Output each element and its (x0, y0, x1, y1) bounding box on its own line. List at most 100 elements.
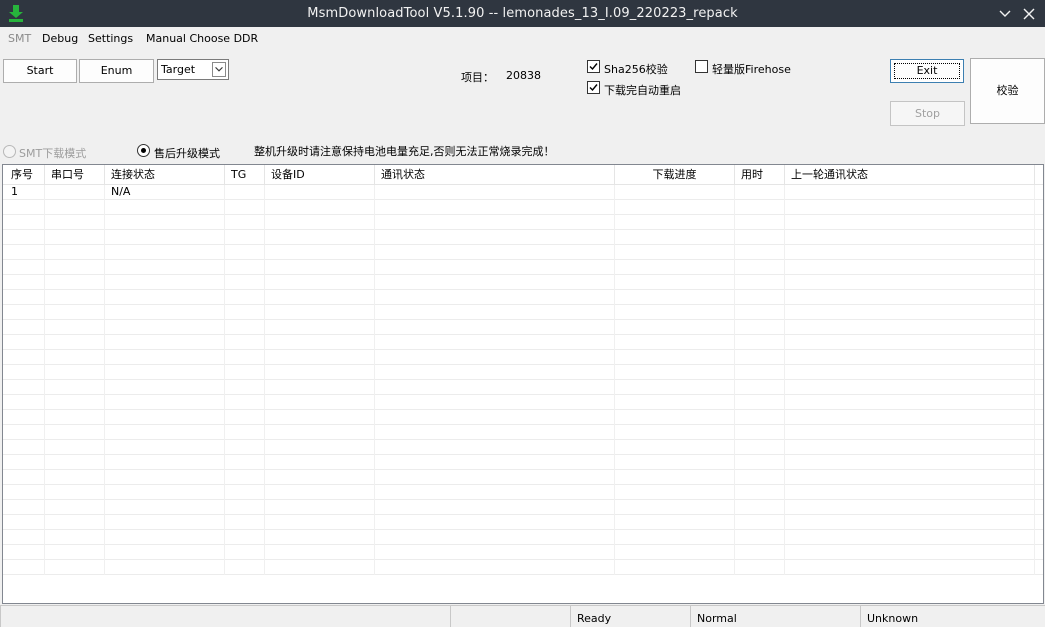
column-header-elapsed[interactable]: 用时 (735, 165, 785, 185)
table-row[interactable] (3, 290, 1043, 305)
table-cell (105, 365, 225, 380)
table-row[interactable] (3, 410, 1043, 425)
table-cell (265, 545, 375, 560)
table-row[interactable] (3, 350, 1043, 365)
aftersale-mode-radio[interactable] (137, 144, 150, 157)
table-cell (375, 560, 615, 575)
table-cell (45, 185, 105, 200)
menu-smt[interactable]: SMT (8, 32, 31, 45)
table-cell (45, 245, 105, 260)
table-row[interactable] (3, 530, 1043, 545)
table-cell (615, 395, 735, 410)
table-cell (735, 245, 785, 260)
auto-reboot-checkbox[interactable] (587, 81, 600, 94)
table-cell (785, 470, 1035, 485)
table-cell (225, 275, 265, 290)
table-row[interactable] (3, 200, 1043, 215)
table-cell (265, 290, 375, 305)
column-header-last-status[interactable]: 上一轮通讯状态 (785, 165, 1035, 185)
table-cell (45, 500, 105, 515)
table-row[interactable] (3, 470, 1043, 485)
table-cell (615, 305, 735, 320)
table-row[interactable] (3, 545, 1043, 560)
table-cell (105, 245, 225, 260)
table-row[interactable]: 1 N/A (3, 185, 1043, 200)
table-cell (225, 365, 265, 380)
table-row[interactable] (3, 440, 1043, 455)
table-cell (3, 215, 45, 230)
chevron-down-icon[interactable] (997, 6, 1013, 22)
column-header-connection[interactable]: 连接状态 (105, 165, 225, 185)
start-button[interactable]: Start (3, 59, 77, 83)
table-row[interactable] (3, 560, 1043, 575)
table-cell (3, 245, 45, 260)
table-cell (265, 320, 375, 335)
table-cell (735, 515, 785, 530)
table-cell (3, 380, 45, 395)
table-cell (785, 320, 1035, 335)
table-cell (45, 215, 105, 230)
table-cell (45, 200, 105, 215)
table-cell (3, 560, 45, 575)
table-cell (225, 560, 265, 575)
sha256-checkbox[interactable] (587, 60, 600, 73)
table-cell (735, 275, 785, 290)
column-header-comm-status[interactable]: 通讯状态 (375, 165, 615, 185)
close-icon[interactable] (1021, 6, 1037, 22)
table-row[interactable] (3, 455, 1043, 470)
table-cell (265, 455, 375, 470)
column-header-tg[interactable]: TG (225, 165, 265, 185)
table-row[interactable] (3, 500, 1043, 515)
table-cell (3, 440, 45, 455)
table-cell (785, 365, 1035, 380)
table-cell (45, 560, 105, 575)
table-row[interactable] (3, 320, 1043, 335)
table-cell (375, 425, 615, 440)
table-cell (45, 395, 105, 410)
table-cell (615, 515, 735, 530)
device-table[interactable]: 序号 串口号 连接状态 TG 设备ID 通讯状态 下载进度 用时 上一轮通讯状态… (2, 164, 1044, 604)
column-header-device-id[interactable]: 设备ID (265, 165, 375, 185)
table-cell (3, 320, 45, 335)
table-cell (785, 185, 1035, 200)
enum-button[interactable]: Enum (79, 59, 154, 83)
menu-settings[interactable]: Settings (88, 32, 133, 45)
column-header-progress[interactable]: 下载进度 (615, 165, 735, 185)
verify-button[interactable]: 校验 (970, 58, 1045, 124)
table-cell (225, 500, 265, 515)
table-cell (45, 260, 105, 275)
table-cell (45, 455, 105, 470)
table-cell (45, 350, 105, 365)
table-row[interactable] (3, 260, 1043, 275)
menu-manual-choose-ddr[interactable]: Manual Choose DDR (146, 32, 258, 45)
menu-debug[interactable]: Debug (42, 32, 78, 45)
table-row[interactable] (3, 215, 1043, 230)
table-row[interactable] (3, 335, 1043, 350)
table-row[interactable] (3, 275, 1043, 290)
table-row[interactable] (3, 380, 1043, 395)
table-cell (615, 200, 735, 215)
lite-firehose-checkbox[interactable] (695, 60, 708, 73)
table-cell (105, 515, 225, 530)
table-cell (615, 245, 735, 260)
smt-mode-radio[interactable] (3, 145, 16, 158)
table-cell (615, 335, 735, 350)
table-row[interactable] (3, 245, 1043, 260)
table-cell (375, 245, 615, 260)
table-cell (265, 425, 375, 440)
column-header-port[interactable]: 串口号 (45, 165, 105, 185)
table-cell (265, 350, 375, 365)
column-header-index[interactable]: 序号 (3, 165, 45, 185)
exit-button[interactable]: Exit (890, 59, 964, 83)
table-row[interactable] (3, 515, 1043, 530)
table-row[interactable] (3, 230, 1043, 245)
table-row[interactable] (3, 395, 1043, 410)
table-row[interactable] (3, 305, 1043, 320)
table-row[interactable] (3, 365, 1043, 380)
table-cell (225, 215, 265, 230)
table-row[interactable] (3, 485, 1043, 500)
target-select[interactable]: Target (157, 59, 229, 80)
stop-button[interactable]: Stop (890, 101, 965, 126)
table-cell (735, 185, 785, 200)
table-row[interactable] (3, 425, 1043, 440)
